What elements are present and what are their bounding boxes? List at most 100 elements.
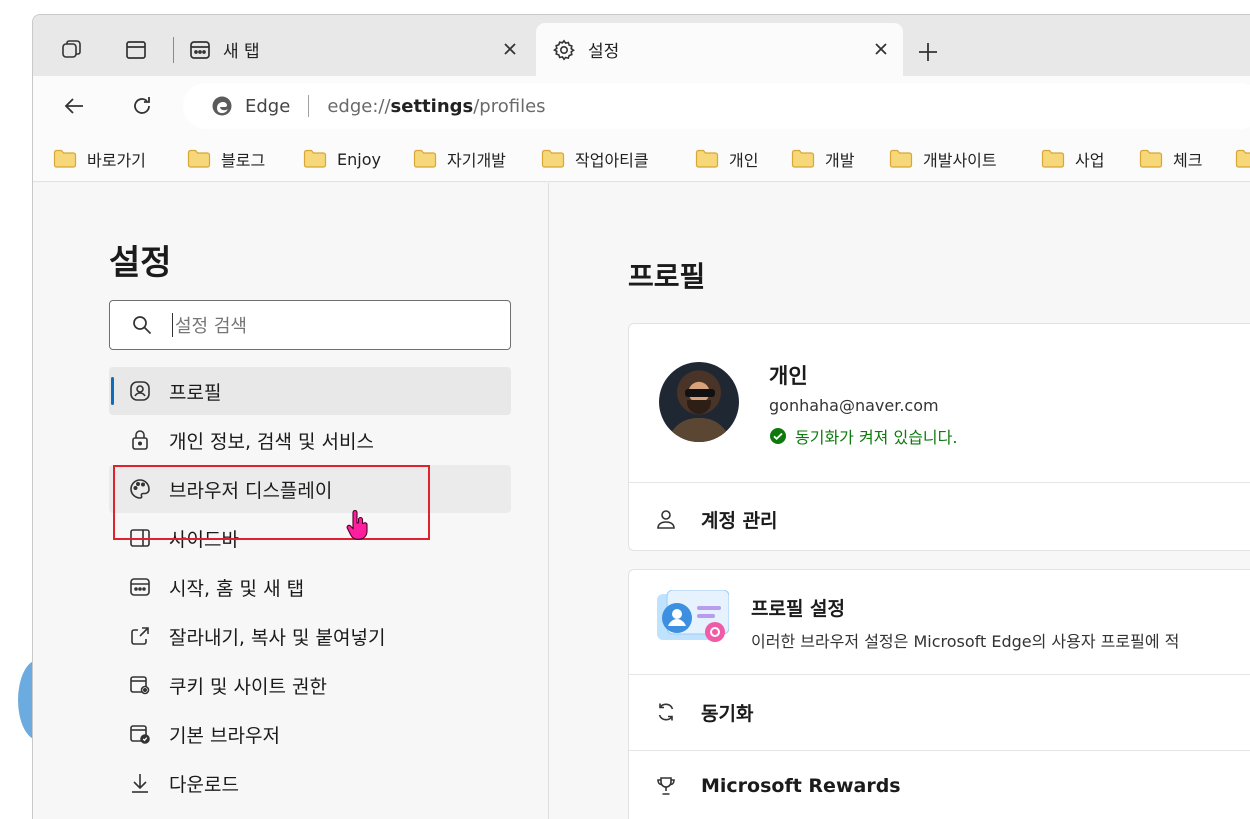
sidebar-item-profile[interactable]: 프로필: [109, 367, 511, 415]
microsoft-rewards-row[interactable]: Microsoft Rewards: [629, 754, 1250, 818]
sync-icon: [658, 703, 674, 721]
person-icon: [657, 510, 675, 529]
refresh-icon: [134, 97, 150, 114]
folder-icon: [1041, 149, 1065, 168]
favorite-folder[interactable]: 개발사이트: [889, 144, 997, 174]
settings-sidebar: 설정 설정 검색 프로필 개인 정보, 검색 및 서비스 브라우저 디스플레이: [33, 183, 549, 819]
page-title: 프로필: [628, 260, 706, 293]
cookie-icon: [130, 676, 150, 695]
folder-icon: [303, 149, 327, 168]
tab-title: 새 탭: [223, 42, 260, 62]
profile-email: gonhaha@naver.com: [769, 396, 939, 415]
trophy-icon: [657, 777, 675, 795]
hand-cursor-icon: [346, 510, 368, 540]
favorite-folder[interactable]: 블로그: [187, 144, 265, 174]
tab-new-tab[interactable]: 새 탭: [185, 23, 532, 76]
favorite-folder[interactable]: 사업: [1041, 144, 1104, 174]
favorite-folder[interactable]: 개발: [791, 144, 854, 174]
profile-card: 개인 gonhaha@naver.com 동기화가 켜져 있습니다. 계정 관리: [628, 323, 1250, 551]
favorite-folder[interactable]: 작업아티클: [541, 144, 649, 174]
folder-icon: [695, 149, 719, 168]
toolbar: Edge edge://settings/profiles: [33, 76, 1250, 136]
palette-icon: [130, 479, 150, 499]
start-home-icon: [130, 578, 150, 596]
new-tab-button[interactable]: [913, 37, 943, 67]
sidebar-item-share-copy-paste[interactable]: 잘라내기, 복사 및 붙여넣기: [109, 612, 511, 660]
folder-icon: [1139, 149, 1163, 168]
tab-settings[interactable]: 설정: [536, 23, 903, 76]
sidebar-item-privacy[interactable]: 개인 정보, 검색 및 서비스: [109, 416, 511, 464]
settings-main: 프로필 개인 gonhaha@naver.com 동기화가 켜져 있습니다. 계…: [550, 183, 1250, 819]
plus-icon: [919, 43, 937, 61]
folder-icon: [53, 149, 77, 168]
folder-icon: [187, 149, 211, 168]
arrow-left-icon: [64, 98, 83, 114]
gear-icon: [552, 38, 575, 60]
settings-content: 설정 설정 검색 프로필 개인 정보, 검색 및 서비스 브라우저 디스플레이: [33, 183, 1250, 819]
sidebar-item-appearance[interactable]: 브라우저 디스플레이: [109, 465, 511, 513]
settings-title: 설정: [109, 243, 172, 283]
favorites-bar: 바로가기 블로그 Enjoy 자기개발 작업아티클 개인 개발 개발사이트 사업…: [33, 136, 1250, 182]
folder-icon: [791, 149, 815, 168]
download-icon: [132, 774, 148, 793]
card-divider: [629, 750, 1250, 751]
edge-logo-icon: [212, 96, 232, 116]
card-divider: [629, 482, 1250, 483]
url-text: edge://settings/profiles: [327, 95, 546, 117]
default-browser-icon: [130, 725, 150, 744]
profile-settings-illustration-icon: [657, 590, 729, 642]
lock-icon: [132, 430, 148, 450]
folder-icon: [889, 149, 913, 168]
search-icon: [133, 316, 152, 335]
settings-search-input[interactable]: 설정 검색: [109, 300, 511, 350]
folder-icon: [1235, 149, 1250, 168]
close-icon: [875, 43, 887, 55]
workspaces-icon: [62, 40, 81, 58]
favorite-folder[interactable]: 자기개발: [413, 144, 506, 174]
tabstrip-divider: [173, 37, 174, 63]
folder-icon: [541, 149, 565, 168]
browser-window: 새 탭 설정 Edge edge://settings/profiles 바로가…: [32, 14, 1250, 819]
favorite-folder-overflow[interactable]: [1235, 144, 1250, 174]
avatar: [659, 362, 739, 442]
favorite-folder[interactable]: 개인: [695, 144, 758, 174]
close-tab-button[interactable]: [869, 37, 893, 61]
workspaces-button[interactable]: [55, 33, 89, 67]
new-tab-page-icon: [190, 40, 210, 59]
favorite-folder[interactable]: 체크: [1139, 144, 1202, 174]
tab-actions-button[interactable]: [119, 33, 153, 67]
back-button[interactable]: [57, 89, 91, 123]
card-divider: [629, 674, 1250, 675]
tab-actions-icon: [126, 41, 146, 59]
profile-settings-row[interactable]: 프로필 설정 이러한 브라우저 설정은 Microsoft Edge의 사용자 …: [629, 570, 1250, 674]
address-divider: [308, 95, 310, 117]
share-icon: [131, 627, 149, 645]
favorite-folder[interactable]: Enjoy: [303, 144, 381, 174]
tab-title: 설정: [588, 42, 620, 62]
profile-settings-description: 이러한 브라우저 설정은 Microsoft Edge의 사용자 프로필에 적: [751, 632, 1180, 651]
site-identity-label: Edge: [245, 95, 291, 117]
favorite-folder[interactable]: 바로가기: [53, 144, 146, 174]
sync-status: 동기화가 켜져 있습니다.: [769, 424, 957, 448]
sidebar-item-downloads[interactable]: 다운로드: [109, 759, 511, 807]
sync-row[interactable]: 동기화: [629, 680, 1250, 744]
sidebar-icon: [130, 529, 150, 547]
profile-icon: [130, 381, 150, 401]
refresh-button[interactable]: [125, 89, 159, 123]
search-placeholder: 설정 검색: [175, 316, 247, 337]
check-circle-icon: [770, 428, 786, 444]
close-icon: [504, 43, 516, 55]
folder-icon: [413, 149, 437, 168]
text-caret: [172, 313, 173, 337]
profile-settings-title: 프로필 설정: [751, 598, 846, 620]
profile-name: 개인: [769, 364, 808, 388]
sidebar-item-sidebar[interactable]: 사이드바: [109, 514, 511, 562]
sidebar-item-cookies[interactable]: 쿠키 및 사이트 권한: [109, 661, 511, 709]
sidebar-item-default-browser[interactable]: 기본 브라우저: [109, 710, 511, 758]
tab-strip: 새 탭 설정: [33, 15, 1250, 76]
manage-account-row[interactable]: 계정 관리: [629, 487, 1250, 551]
close-tab-button[interactable]: [498, 37, 522, 61]
address-bar[interactable]: Edge edge://settings/profiles: [183, 83, 1250, 129]
profile-settings-card: 프로필 설정 이러한 브라우저 설정은 Microsoft Edge의 사용자 …: [628, 569, 1250, 819]
sidebar-item-start-home[interactable]: 시작, 홈 및 새 탭: [109, 563, 511, 611]
